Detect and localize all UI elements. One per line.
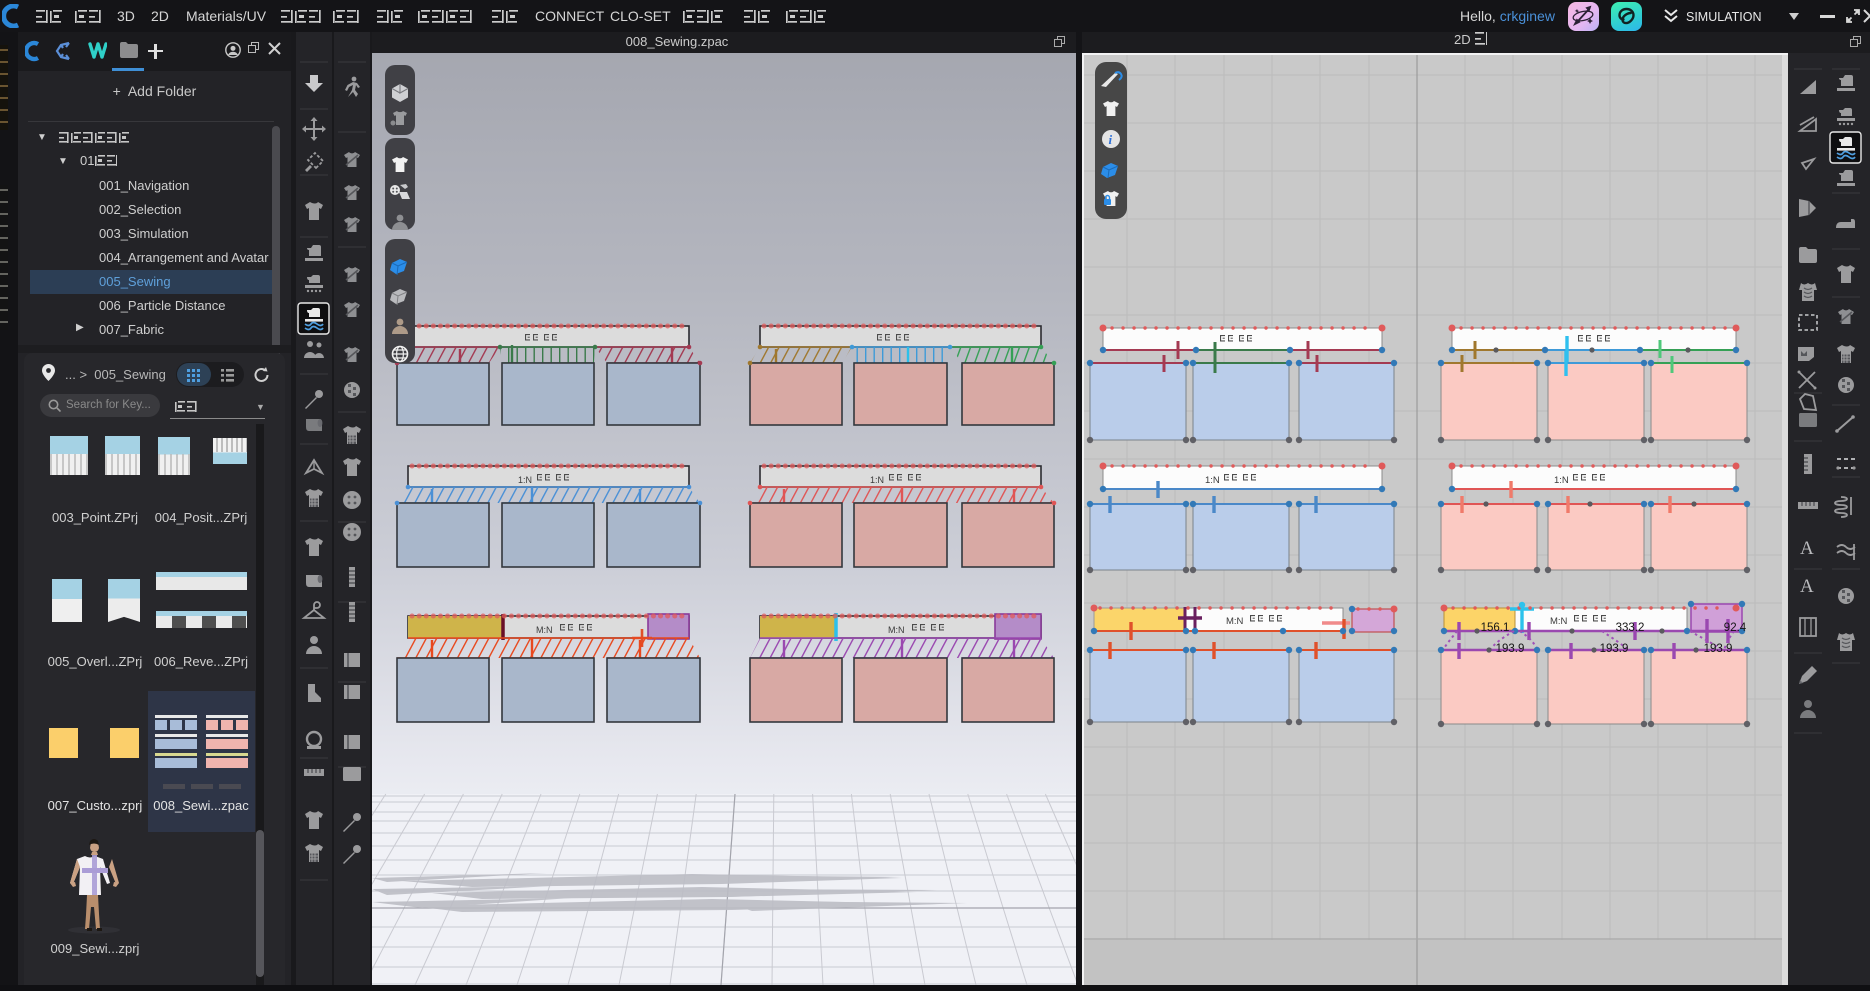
svg-text:1:N: 1:N — [1205, 475, 1220, 486]
svg-text:92.4: 92.4 — [1724, 622, 1747, 634]
svg-text:193.9: 193.9 — [1704, 643, 1733, 655]
svg-text:1:N: 1:N — [1554, 475, 1569, 486]
svg-text:193.9: 193.9 — [1600, 643, 1629, 655]
svg-text:193.9: 193.9 — [1496, 643, 1525, 655]
svg-text:1:N: 1:N — [870, 475, 884, 485]
svg-text:i: i — [1109, 132, 1113, 147]
svg-text:M:N: M:N — [1550, 616, 1568, 627]
svg-text:M:N: M:N — [536, 625, 553, 635]
svg-text:M:N: M:N — [888, 625, 905, 635]
svg-text:333.2: 333.2 — [1616, 622, 1645, 634]
svg-text:1:N: 1:N — [518, 475, 532, 485]
svg-text:M:N: M:N — [1226, 616, 1244, 627]
svg-text:156.1: 156.1 — [1481, 622, 1510, 634]
